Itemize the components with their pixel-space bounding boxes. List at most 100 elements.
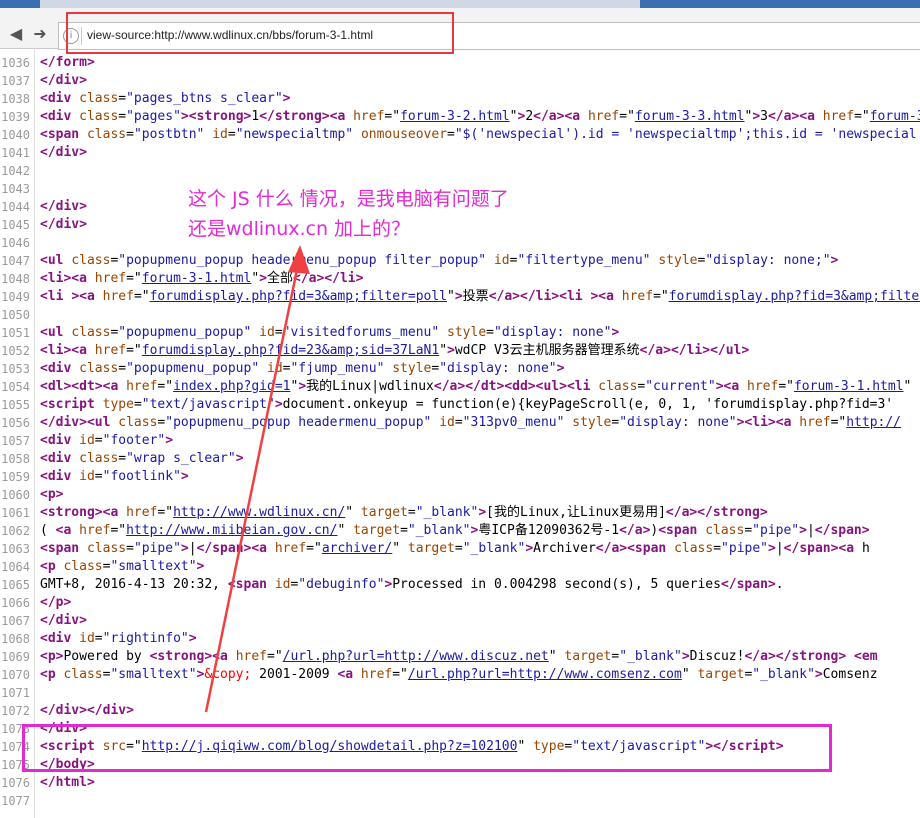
source-code-text: <p class="smalltext"> <box>40 559 205 574</box>
source-link[interactable]: /url.php?url=http://www.comsenz.com <box>408 667 682 682</box>
source-code-text: </div></div> <box>40 703 134 718</box>
source-line: 1045 </div> <box>0 216 920 234</box>
source-code-text: <div id="footer"> <box>40 433 174 448</box>
line-number: 1049 <box>1 290 30 304</box>
source-link[interactable]: forumdisplay.php?fid=3&amp;filter=poll <box>150 289 447 304</box>
line-number: 1076 <box>1 776 30 790</box>
source-code-text: <div id="footlink"> <box>40 469 189 484</box>
line-number: 1059 <box>1 470 30 484</box>
browser-tab[interactable] <box>640 0 920 8</box>
line-number: 1039 <box>1 110 30 124</box>
source-line: 1048 <li><a href="forum-3-1.html">全部</a><… <box>0 270 920 288</box>
source-code-text: <li ><a href="forumdisplay.php?fid=3&amp… <box>40 288 920 306</box>
source-code-text: <div class="pages"><strong>1</strong><a … <box>40 108 920 126</box>
source-link[interactable]: forumdisplay.php?fid=3&amp;filter=trade <box>669 289 920 304</box>
source-line: 1070 <p class="smalltext">&copy; 2001-200… <box>0 666 920 684</box>
source-line: 1055 <script type="text/javascript">docum… <box>0 396 920 414</box>
source-line: 1036 </form> <box>0 54 920 72</box>
source-line: 1065 GMT+8, 2016-4-13 20:32, <span id="de… <box>0 576 920 594</box>
source-link[interactable]: forum-3-2.html <box>400 109 510 124</box>
source-line: 1066 </p> <box>0 594 920 612</box>
source-code-text: <ul class="popupmenu_popup" id="visitedf… <box>40 325 620 340</box>
source-line: 1047 <ul class="popupmenu_popup headermen… <box>0 252 920 270</box>
source-code-text: </form> <box>40 55 95 70</box>
source-line: 1041 </div> <box>0 144 920 162</box>
source-view: 1036 </form> 1037 </div> 1038 <div class="pag… <box>0 48 920 818</box>
source-code-text: </div> <box>40 145 87 160</box>
source-line: 1059 <div id="footlink"> <box>0 468 920 486</box>
source-code-text: <strong><a href="http://www.wdlinux.cn/"… <box>40 505 768 520</box>
source-line: 1062 ( <a href="http://www.miibeian.gov.c… <box>0 522 920 540</box>
source-code-text: </div> <box>40 217 87 232</box>
line-number: 1038 <box>1 92 30 106</box>
line-number: 1058 <box>1 452 30 466</box>
line-number: 1066 <box>1 596 30 610</box>
source-code-text: <div id="rightinfo"> <box>40 631 197 646</box>
back-arrow-icon[interactable]: ◀ <box>4 22 28 46</box>
source-link[interactable]: forumdisplay.php?fid=23&amp;sid=37LaN1 <box>142 343 439 358</box>
line-number: 1067 <box>1 614 30 628</box>
source-line: 1056 </div><ul class="popupmenu_popup hea… <box>0 414 920 432</box>
line-number: 1047 <box>1 254 30 268</box>
source-line: 1050 <box>0 306 920 324</box>
source-code-text: <p> <box>40 487 64 502</box>
source-line: 1071 <box>0 684 920 702</box>
source-line: 1052 <li><a href="forumdisplay.php?fid=23… <box>0 342 920 360</box>
source-link[interactable]: /url.php?url=http://www.discuz.net <box>283 649 549 664</box>
annotation-line-1: 这个 JS 什么 情况，是我电脑有问题了 <box>188 188 509 210</box>
source-code-text: GMT+8, 2016-4-13 20:32, <span id="debugi… <box>40 577 784 592</box>
line-number: 1051 <box>1 326 30 340</box>
source-code-text: ( <a href="http://www.miibeian.gov.cn/" … <box>40 523 870 538</box>
source-code-text: <p class="smalltext">&copy; 2001-2009 <a… <box>40 667 878 682</box>
source-line: 1061 <strong><a href="http://www.wdlinux.… <box>0 504 920 522</box>
source-link[interactable]: forum-3-1.html <box>794 379 904 394</box>
line-number: 1061 <box>1 506 30 520</box>
source-code-text: <ul class="popupmenu_popup headermenu_po… <box>40 253 839 268</box>
line-number: 1053 <box>1 362 30 376</box>
source-code-text: </div><ul class="popupmenu_popup headerm… <box>40 415 902 430</box>
line-number: 1055 <box>1 398 30 412</box>
source-link[interactable]: forum-3-3.html <box>635 109 745 124</box>
source-link[interactable]: http://www.wdlinux.cn/ <box>173 505 345 520</box>
source-code-text: </div> <box>40 199 87 214</box>
browser-tab[interactable] <box>0 0 40 8</box>
source-link[interactable]: archiver/ <box>322 541 392 556</box>
source-line: 1039 <div class="pages"><strong>1</strong… <box>0 108 920 126</box>
source-link[interactable]: http://www.miibeian.gov.cn/ <box>126 523 337 538</box>
source-line: 1038 <div class="pages_btns s_clear"> <box>0 90 920 108</box>
line-number: 1036 <box>1 56 30 70</box>
line-number: 1065 <box>1 578 30 592</box>
source-line: 1060 <p> <box>0 486 920 504</box>
script-highlight-box <box>22 724 832 772</box>
source-line: 1051 <ul class="popupmenu_popup" id="visi… <box>0 324 920 342</box>
line-number: 1043 <box>1 182 30 196</box>
source-line: 1076 </html> <box>0 774 920 792</box>
line-number: 1077 <box>1 794 30 808</box>
source-link[interactable]: http:// <box>846 415 901 430</box>
line-number: 1048 <box>1 272 30 286</box>
source-link[interactable]: forum-3-1.html <box>142 271 252 286</box>
line-number: 1037 <box>1 74 30 88</box>
source-line: 1072 </div></div> <box>0 702 920 720</box>
line-number: 1068 <box>1 632 30 646</box>
forward-arrow-icon[interactable]: ➜ <box>28 22 52 46</box>
source-line: 1049 <li ><a href="forumdisplay.php?fid=3… <box>0 288 920 306</box>
source-line: 1057 <div id="footer"> <box>0 432 920 450</box>
line-number: 1052 <box>1 344 30 358</box>
source-code-text: </p> <box>40 595 72 610</box>
line-number: 1054 <box>1 380 30 394</box>
source-line: 1046 <box>0 234 920 252</box>
line-number: 1041 <box>1 146 30 160</box>
source-link[interactable]: forum-3-4.html <box>870 109 920 124</box>
source-code-text: <div class="wrap s_clear"> <box>40 451 244 466</box>
line-number: 1057 <box>1 434 30 448</box>
source-line: 1067 </div> <box>0 612 920 630</box>
source-line: 1037 </div> <box>0 72 920 90</box>
source-code-text: <li><a href="forum-3-1.html">全部</a></li> <box>40 271 364 286</box>
source-code-text: </div> <box>40 613 87 628</box>
source-link[interactable]: index.php?gid=1 <box>173 379 290 394</box>
line-number: 1072 <box>1 704 30 718</box>
line-number: 1046 <box>1 236 30 250</box>
source-line: 1064 <p class="smalltext"> <box>0 558 920 576</box>
source-line: 1053 <div class="popupmenu_popup" id="fju… <box>0 360 920 378</box>
